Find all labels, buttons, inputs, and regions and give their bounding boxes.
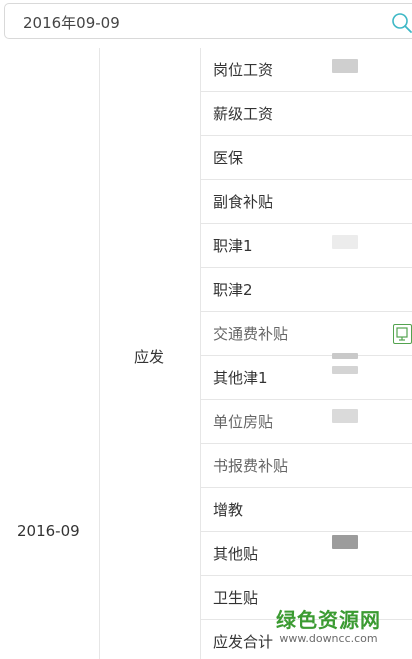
- row-label: 其他贴: [213, 545, 259, 563]
- redacted-value: [332, 366, 358, 374]
- table-row[interactable]: 职津1: [201, 224, 412, 268]
- row-label: 副食补贴: [213, 193, 274, 211]
- table-row[interactable]: 职津2: [201, 268, 412, 312]
- search-bar[interactable]: 2016年09-09: [4, 3, 412, 39]
- group-label: 应发: [134, 348, 165, 366]
- table-row[interactable]: 交通费补贴: [201, 312, 412, 356]
- table-row[interactable]: 医保: [201, 136, 412, 180]
- screen-glyph-icon: [396, 327, 408, 341]
- row-label: 交通费补贴: [213, 325, 289, 343]
- row-label: 书报费补贴: [213, 457, 289, 475]
- row-label: 卫生贴: [213, 589, 259, 607]
- row-label: 其他津1: [213, 369, 268, 387]
- table-row[interactable]: 其他津1: [201, 353, 412, 400]
- search-input[interactable]: 2016年09-09: [23, 12, 120, 33]
- table-row[interactable]: 单位房贴: [201, 400, 412, 444]
- row-label: 应发合计: [213, 633, 274, 651]
- table-row[interactable]: 增教: [201, 488, 412, 532]
- row-label: 职津1: [213, 237, 253, 255]
- redacted-value: [332, 59, 358, 73]
- period-date: 2016-09: [17, 522, 80, 540]
- table-row[interactable]: 副食补贴: [201, 180, 412, 224]
- search-icon[interactable]: [391, 12, 412, 34]
- row-label: 岗位工资: [213, 61, 274, 79]
- row-label: 单位房贴: [213, 413, 274, 431]
- redacted-value: [332, 535, 358, 549]
- table-row[interactable]: 书报费补贴: [201, 444, 412, 488]
- redacted-value: [332, 235, 358, 249]
- salary-table: 2016-09 应发 岗位工资 薪级工资 医保 副食补贴 职津1 职津2 交通费…: [0, 48, 412, 659]
- watermark: 绿色资源网 www.downcc.com: [276, 604, 381, 645]
- row-label: 增教: [213, 501, 244, 519]
- table-row[interactable]: 薪级工资: [201, 92, 412, 136]
- table-row[interactable]: 其他贴: [201, 532, 412, 576]
- row-label: 职津2: [213, 281, 253, 299]
- watermark-title: 绿色资源网: [276, 608, 381, 632]
- watermark-url: www.downcc.com: [279, 632, 378, 645]
- column-divider: [99, 48, 100, 659]
- table-row[interactable]: 岗位工资: [201, 48, 412, 92]
- screen-icon[interactable]: [393, 324, 412, 344]
- redacted-value: [332, 409, 358, 423]
- redacted-value: [332, 353, 358, 359]
- item-list: 岗位工资 薪级工资 医保 副食补贴 职津1 职津2 交通费补贴 其他津1 单位房…: [201, 48, 412, 659]
- row-label: 薪级工资: [213, 105, 274, 123]
- date-cell: 2016-09: [0, 48, 99, 659]
- row-label: 医保: [213, 149, 244, 167]
